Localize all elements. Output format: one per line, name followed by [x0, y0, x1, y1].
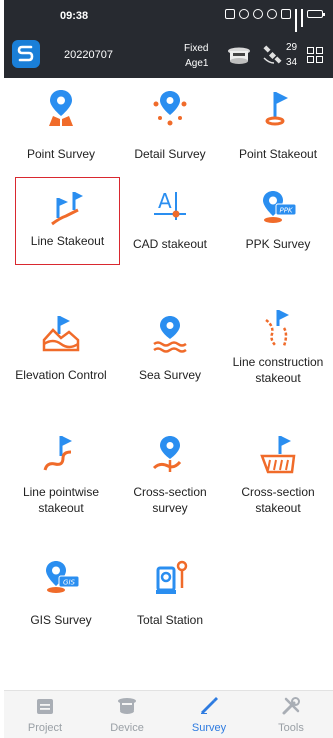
age-label: Age1	[185, 58, 209, 69]
receiver-device-icon	[118, 698, 136, 714]
menu-item-label-line1: Line pointwise	[22, 485, 100, 499]
cross-section-stakeout-icon	[260, 436, 296, 474]
folder-icon	[37, 699, 53, 714]
menu-item-label: Line pointwise stakeout	[6, 484, 116, 516]
menu-item-point-survey[interactable]: Point Survey	[6, 80, 116, 176]
menu-item-label: Sea Survey	[138, 368, 202, 382]
total-station-icon	[156, 560, 188, 594]
detail-survey-icon	[153, 91, 187, 126]
point-stakeout-icon	[265, 92, 288, 126]
app-screen: 09:38 20220707 Fixed Age1 29 34 Point Su…	[4, 0, 333, 738]
menu-item-label: Elevation Control	[15, 368, 107, 382]
mute-icon	[253, 9, 263, 19]
menu-item-label-line1: Cross-section	[133, 485, 207, 499]
line-construction-stakeout-icon	[265, 310, 289, 347]
menu-item-label-line1: Line construction	[232, 355, 324, 369]
elevation-control-icon	[42, 316, 80, 352]
menu-item-total-station[interactable]: Total Station	[115, 552, 225, 648]
status-bar: 09:38	[4, 0, 333, 33]
menu-item-label-line2: stakeout	[255, 371, 301, 385]
menu-item-ppk-survey[interactable]: PPK PPK Survey	[223, 178, 333, 274]
cross-section-survey-icon	[152, 436, 182, 472]
nav-tab-label: Tools	[278, 722, 304, 734]
menu-item-sea-survey[interactable]: Sea Survey	[115, 304, 225, 400]
menu-item-label: Cross-section stakeout	[223, 484, 333, 516]
grid-menu-icon[interactable]	[307, 47, 323, 63]
menu-item-label: Detail Survey	[134, 147, 206, 161]
menu-item-gis-survey[interactable]: GIS GIS Survey	[6, 552, 116, 648]
nav-tab-label: Device	[110, 722, 144, 734]
menu-item-label: CAD stakeout	[132, 237, 208, 251]
survey-menu-grid: Point Survey Detail Survey Point Stakeou…	[4, 78, 333, 690]
tools-icon	[282, 697, 300, 715]
gnss-receiver-icon[interactable]	[227, 46, 251, 66]
nav-tab-tools[interactable]: Tools	[250, 691, 332, 738]
ppk-survey-icon: PPK	[263, 191, 297, 223]
satellite-icon[interactable]	[262, 45, 282, 65]
survey-pen-icon	[201, 697, 218, 714]
bottom-navigation: Project Device Survey Tools	[4, 690, 333, 738]
menu-item-point-stakeout[interactable]: Point Stakeout	[223, 80, 333, 176]
menu-item-label-line2: survey	[152, 501, 188, 515]
menu-item-label: Line Stakeout	[30, 234, 105, 248]
app-logo-icon[interactable]	[12, 40, 40, 68]
menu-item-elevation-control[interactable]: Elevation Control	[6, 304, 116, 400]
menu-item-label: Point Stakeout	[238, 147, 318, 161]
menu-item-label: Line construction stakeout	[223, 354, 333, 386]
wifi-signal-icon	[301, 9, 303, 27]
solution-status[interactable]: Fixed Age1	[184, 41, 208, 71]
menu-item-label: PPK Survey	[245, 237, 311, 251]
menu-item-label-line2: stakeout	[255, 501, 301, 515]
bluetooth-icon	[267, 9, 277, 19]
menu-item-line-pointwise-stakeout[interactable]: Line pointwise stakeout	[6, 426, 116, 522]
menu-item-label: Point Survey	[26, 147, 96, 161]
menu-item-cad-stakeout[interactable]: A CAD stakeout	[115, 178, 225, 274]
point-survey-icon	[49, 90, 73, 126]
nav-tab-survey[interactable]: Survey	[168, 691, 250, 738]
nfc-icon	[225, 9, 235, 19]
menu-item-label-line2: stakeout	[38, 501, 84, 515]
menu-item-cross-section-survey[interactable]: Cross-section survey	[115, 426, 225, 522]
nav-tab-device[interactable]: Device	[86, 691, 168, 738]
nav-tab-project[interactable]: Project	[4, 691, 86, 738]
battery-icon	[307, 10, 325, 18]
menu-item-line-construction-stakeout[interactable]: Line construction stakeout	[223, 304, 333, 400]
line-stakeout-icon	[51, 192, 83, 226]
menu-item-line-stakeout[interactable]: Line Stakeout	[15, 177, 120, 265]
status-time: 09:38	[60, 10, 89, 22]
menu-item-cross-section-stakeout[interactable]: Cross-section stakeout	[223, 426, 333, 522]
project-name[interactable]: 20220707	[64, 49, 113, 61]
menu-item-label-line1: Cross-section	[241, 485, 315, 499]
nav-tab-label: Survey	[191, 722, 227, 734]
cell-signal-icon	[295, 9, 297, 33]
menu-item-detail-survey[interactable]: Detail Survey	[115, 80, 225, 176]
svg-text:A: A	[158, 189, 172, 213]
satellites-used: 29	[286, 42, 298, 53]
cad-stakeout-icon: A	[154, 189, 186, 220]
nav-tab-label: Project	[27, 722, 63, 734]
hd-icon	[281, 9, 291, 19]
gis-badge-text: GIS	[63, 579, 75, 587]
location-icon	[239, 9, 249, 19]
satellite-count[interactable]: 29 34	[286, 40, 297, 70]
solution-status-text: Fixed	[184, 43, 209, 54]
line-pointwise-stakeout-icon	[43, 436, 72, 471]
app-header: 20220707 Fixed Age1 29 34	[4, 32, 333, 78]
satellites-tracked: 34	[286, 57, 298, 68]
status-icons	[225, 9, 325, 33]
menu-item-label: Total Station	[136, 613, 204, 627]
gis-survey-icon: GIS	[46, 561, 80, 593]
menu-item-label: GIS Survey	[30, 613, 92, 627]
ppk-badge-text: PPK	[279, 207, 293, 215]
menu-item-label: Cross-section survey	[115, 484, 225, 516]
sea-survey-icon	[153, 316, 187, 353]
